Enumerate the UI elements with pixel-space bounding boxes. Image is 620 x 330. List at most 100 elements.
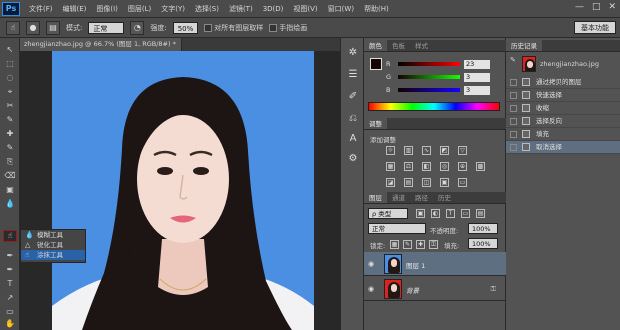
menu-help[interactable]: 帮助(H) [359,4,394,14]
shape-tool-icon[interactable]: ▭ [3,306,17,318]
history-item[interactable]: 取消选择 [506,141,620,154]
type-tool-icon[interactable]: T [3,278,17,290]
lock-all-icon[interactable]: ⚿ [429,240,438,249]
posterize-icon[interactable]: ▤ [404,178,413,187]
sample-all-layers-checkbox[interactable]: 对所有图层取样 [204,23,263,33]
eyedropper-tool-icon[interactable]: ✎ [3,114,17,126]
smudge-tool-menu-item[interactable]: ☝ 涂抹工具 [21,250,85,260]
tab-adjustments[interactable]: 调整 [364,118,387,129]
black-white-icon[interactable]: ◧ [422,162,431,171]
brush-size-icon[interactable]: ● [26,20,40,35]
menu-view[interactable]: 视图(V) [288,4,322,14]
red-value-input[interactable]: 23 [464,59,490,69]
pixel-filter-icon[interactable]: ▣ [416,209,425,218]
finger-painting-checkbox[interactable]: 手指绘画 [269,23,307,33]
adjustment-panel-icon[interactable]: ✲ [346,46,360,60]
tab-layers[interactable]: 图层 [364,192,387,203]
close-button[interactable]: ✕ [608,2,616,12]
crop-tool-icon[interactable]: ✂ [3,100,17,112]
photo-filter-icon[interactable]: ◎ [440,162,449,171]
green-channel-slider[interactable]: G 3 [386,72,502,82]
hand-tool-icon[interactable]: ✋ [3,318,17,330]
history-item[interactable]: 快速选择 [506,89,620,102]
blur-tool-menu-item[interactable]: 💧 模糊工具 [21,230,85,240]
strength-input[interactable]: 50% [172,21,199,34]
hue-saturation-icon[interactable]: ▦ [386,162,395,171]
menu-type[interactable]: 文字(Y) [156,4,190,14]
quick-select-tool-icon[interactable]: ⌖ [3,86,17,98]
document-tab[interactable]: zhengjianzhao.jpg @ 66.7% (图层 1, RGB/8#)… [20,38,182,51]
tab-history-alt[interactable]: 历史 [433,192,456,203]
adjustment-filter-icon[interactable]: ◐ [431,209,440,218]
layer-kind-filter[interactable]: ρ 类型 [368,208,408,219]
clone-stamp-tool-icon[interactable]: ⎘ [3,156,17,168]
menu-3d[interactable]: 3D(D) [258,5,289,13]
smart-filter-icon[interactable]: ▤ [476,209,485,218]
color-balance-icon[interactable]: ⚖ [404,162,413,171]
tab-swatches[interactable]: 色板 [387,40,410,51]
history-checkbox[interactable] [510,92,517,99]
red-channel-slider[interactable]: R 23 [386,59,502,69]
red-gradient-bar[interactable] [398,62,460,66]
opacity-input[interactable]: 100% [468,223,498,234]
history-checkbox[interactable] [510,105,517,112]
vibrance-icon[interactable]: ▽ [458,146,467,155]
tab-paths[interactable]: 路径 [410,192,433,203]
snapshot-thumbnail[interactable] [522,56,536,72]
lasso-tool-icon[interactable]: ◌ [3,72,17,84]
history-checkbox[interactable] [510,144,517,151]
history-item[interactable]: 通过拷贝的图层 [506,76,620,89]
pressure-icon[interactable]: ◔ [130,20,145,35]
menu-filter[interactable]: 滤镜(T) [224,4,258,14]
visibility-eye-icon[interactable]: ◉ [368,285,374,293]
threshold-icon[interactable]: ◫ [422,178,431,187]
foreground-color-swatch[interactable] [370,58,382,70]
history-brush-source-icon[interactable]: ✎ [510,56,520,68]
history-item[interactable]: 收缩 [506,102,620,115]
gradient-tool-icon[interactable]: 💧 [3,198,17,210]
curves-icon[interactable]: ∿ [422,146,431,155]
lock-position-icon[interactable]: ✚ [416,240,425,249]
workspace-select[interactable]: 基本功能 [574,21,616,34]
marquee-tool-icon[interactable]: ⬚ [3,58,17,70]
green-value-input[interactable]: 3 [464,72,490,82]
menu-window[interactable]: 窗口(W) [323,4,359,14]
brightness-icon[interactable]: ☼ [386,146,395,155]
tool-preset-panel-icon[interactable]: ⚙ [346,152,360,166]
layer-row[interactable]: ◉ 图层 1 [364,252,506,276]
image-canvas[interactable] [52,51,314,330]
lock-pixels-icon[interactable]: ✎ [403,240,412,249]
history-item[interactable]: 选择反向 [506,115,620,128]
brush-tool-icon[interactable]: ✎ [3,142,17,154]
shape-filter-icon[interactable]: ▭ [461,209,470,218]
brush-panel-icon[interactable]: ▤ [46,20,60,35]
blue-channel-slider[interactable]: B 3 [386,85,502,95]
blend-mode-select[interactable]: 正常 [368,223,426,234]
dodge-tool-icon[interactable]: ✒ [3,250,17,262]
menu-edit[interactable]: 编辑(E) [58,4,92,14]
history-item[interactable]: 填充 [506,128,620,141]
blue-gradient-bar[interactable] [398,88,460,92]
menu-image[interactable]: 图像(I) [91,4,123,14]
minimize-button[interactable]: — [575,2,584,12]
channel-mixer-icon[interactable]: ⊕ [458,162,467,171]
maximize-button[interactable]: □ [592,2,601,12]
sharpen-tool-menu-item[interactable]: △ 锐化工具 [21,240,85,250]
smudge-tool-preset-icon[interactable]: ☝ [6,20,20,35]
properties-panel-icon[interactable]: ☰ [346,68,360,82]
layer-row[interactable]: ◉ 背景 ⚿ [364,277,506,301]
color-spectrum-bar[interactable] [368,102,500,111]
fill-input[interactable]: 100% [468,238,498,249]
clone-source-panel-icon[interactable]: ⎌ [346,112,360,126]
smudge-tool-icon[interactable]: ☝ [3,230,17,242]
blue-value-input[interactable]: 3 [464,85,490,95]
brush-panel-icon[interactable]: ✐ [346,90,360,104]
pen-tool-icon[interactable]: ✒ [3,264,17,276]
history-checkbox[interactable] [510,131,517,138]
eraser-tool-icon[interactable]: ▣ [3,184,17,196]
path-select-tool-icon[interactable]: ↗ [3,292,17,304]
mode-select[interactable]: 正常 [88,21,125,34]
levels-icon[interactable]: ▥ [404,146,413,155]
history-checkbox[interactable] [510,118,517,125]
selective-color-icon[interactable]: ▣ [440,178,449,187]
